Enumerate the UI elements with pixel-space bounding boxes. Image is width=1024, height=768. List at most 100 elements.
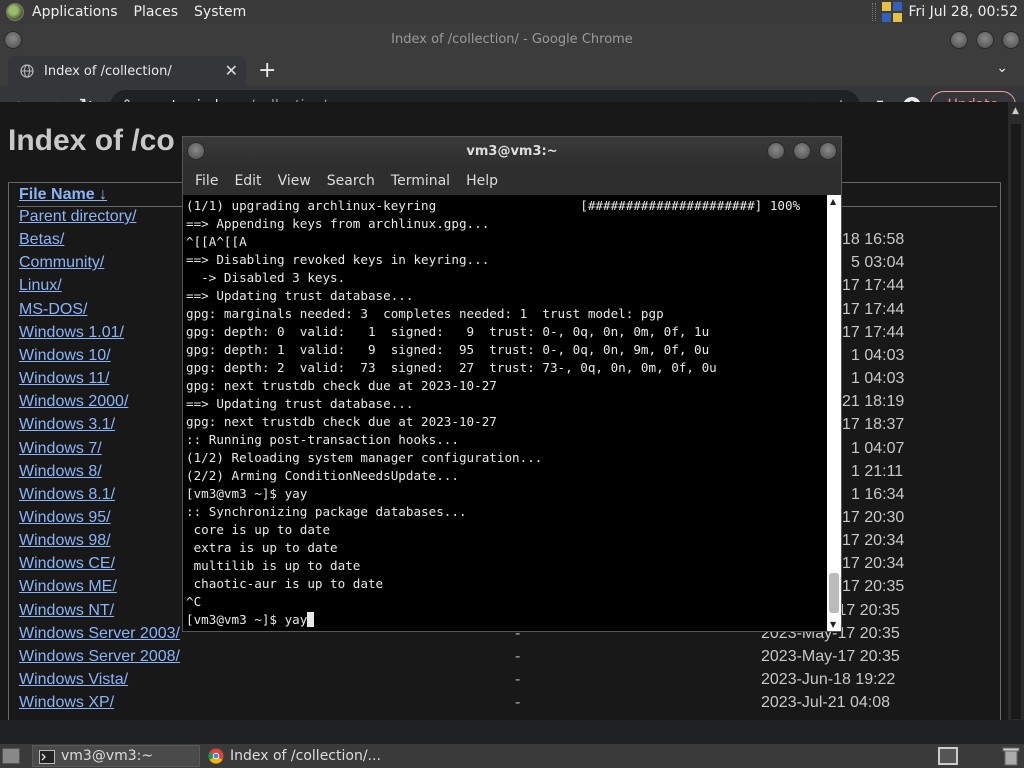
directory-link[interactable]: Windows 3.1/: [19, 416, 115, 434]
menu-search[interactable]: Search: [319, 173, 383, 189]
places-menu[interactable]: Places: [126, 0, 187, 24]
terminal-prompt-line[interactable]: [vm3@vm3 ~]$ yay: [186, 611, 826, 629]
terminal-line: ==> Updating trust database...: [186, 288, 414, 303]
terminal-maximize-button[interactable]: [793, 142, 811, 160]
directory-link[interactable]: Windows 8/: [19, 463, 102, 481]
terminal-line: [vm3@vm3 ~]$ yay: [186, 486, 308, 501]
directory-link[interactable]: Windows 98/: [19, 532, 111, 550]
terminal-line: gpg: depth: 2 valid: 73 signed: 27 trust…: [186, 360, 717, 375]
tab-title: Index of /collection/: [44, 63, 172, 79]
directory-link[interactable]: Windows XP/: [19, 694, 114, 712]
file-size: -: [515, 671, 521, 688]
close-window-button[interactable]: [1002, 31, 1020, 49]
terminal-line: ==> Updating trust database...: [186, 396, 414, 411]
terminal-prompt: [vm3@vm3 ~]$ yay: [186, 612, 308, 627]
modified-date: 17 18:37: [842, 416, 905, 434]
terminal-line: :: Running post-transaction hooks...: [186, 432, 459, 447]
terminal-output[interactable]: (1/1) upgrading archlinux-keyring [#####…: [186, 197, 826, 629]
taskbar-item-chrome[interactable]: Index of /collection/...: [202, 745, 402, 767]
table-row: Windows Vista/ - 2023-Jun-18 19:22: [19, 671, 989, 694]
scrollbar-thumb[interactable]: [1011, 124, 1021, 719]
menu-help[interactable]: Help: [458, 173, 506, 189]
minimize-button[interactable]: [950, 31, 968, 49]
directory-link[interactable]: Windows ME/: [19, 578, 117, 596]
keyboard-layout-icon[interactable]: [882, 2, 902, 22]
terminal-line: ==> Disabling revoked keys in keyring...: [186, 252, 490, 267]
terminal-scroll-down-icon[interactable]: ▼: [830, 620, 836, 629]
directory-link[interactable]: MS-DOS/: [19, 301, 87, 319]
modified-date: 1 04:03: [851, 370, 905, 388]
chevron-down-icon[interactable]: ⌄: [996, 60, 1008, 76]
modified-date: 1 16:34: [851, 485, 905, 503]
applications-logo-icon[interactable]: [6, 3, 24, 21]
terminal-line: chaotic-aur is up to date: [186, 576, 384, 591]
terminal-scroll-up-icon[interactable]: ▲: [830, 197, 836, 206]
trash-icon[interactable]: [1002, 746, 1020, 766]
directory-link[interactable]: Linux/: [19, 277, 62, 295]
terminal-line: core is up to date: [186, 522, 331, 537]
directory-link[interactable]: Parent directory/: [19, 208, 136, 226]
terminal-window: vm3@vm3:~ File Edit View Search Terminal…: [182, 136, 842, 632]
terminal-window-menu-button[interactable]: [187, 142, 205, 160]
file-size: -: [515, 694, 521, 712]
modified-date: 1 04:03: [851, 346, 905, 364]
directory-link[interactable]: Windows Server 2003/: [19, 625, 180, 643]
terminal-titlebar[interactable]: vm3@vm3:~: [183, 137, 841, 167]
applications-menu[interactable]: Applications: [24, 0, 126, 24]
menu-terminal[interactable]: Terminal: [383, 173, 458, 189]
workspace-switcher[interactable]: [938, 747, 958, 765]
globe-icon: [20, 64, 34, 78]
table-row: Windows XP/ - 2023-Jul-21 04:08: [19, 694, 989, 717]
chrome-logo-icon: [208, 748, 224, 764]
terminal-line: :: Synchronizing package databases...: [186, 504, 467, 519]
terminal-body[interactable]: (1/1) upgrading archlinux-keyring [#####…: [183, 195, 841, 631]
maximize-button[interactable]: [976, 31, 994, 49]
terminal-close-button[interactable]: [819, 142, 837, 160]
directory-link[interactable]: Windows Server 2008/: [19, 648, 180, 666]
directory-link[interactable]: Windows 2000/: [19, 393, 128, 411]
menu-file[interactable]: File: [187, 173, 226, 189]
menu-edit[interactable]: Edit: [226, 173, 269, 189]
directory-link[interactable]: Windows Vista/: [19, 671, 128, 689]
directory-link[interactable]: Windows NT/: [19, 602, 114, 620]
modified-date: 17 17:44: [842, 277, 905, 295]
terminal-minimize-button[interactable]: [767, 142, 785, 160]
menu-view[interactable]: View: [270, 173, 319, 189]
terminal-title: vm3@vm3:~: [466, 144, 558, 159]
taskbar-item-terminal[interactable]: vm3@vm3:~: [32, 745, 200, 767]
page-scrollbar[interactable]: ▲: [1008, 102, 1024, 720]
show-desktop-icon[interactable]: [2, 748, 20, 764]
terminal-scrollbar-thumb[interactable]: [829, 573, 839, 613]
scroll-up-arrow-icon[interactable]: ▲: [1012, 106, 1019, 116]
modified-date: 2023-May-17 20:35: [761, 647, 900, 665]
terminal-line: multilib is up to date: [186, 558, 361, 573]
directory-link[interactable]: Windows 8.1/: [19, 486, 115, 504]
directory-link[interactable]: Windows 10/: [19, 347, 111, 365]
column-header-file-name[interactable]: File Name ↓: [19, 186, 107, 204]
window-menu-button[interactable]: [4, 31, 22, 49]
directory-link[interactable]: Community/: [19, 254, 104, 272]
close-tab-icon[interactable]: ✕: [225, 61, 238, 80]
terminal-line: gpg: depth: 1 valid: 9 signed: 95 trust:…: [186, 342, 710, 357]
terminal-line: gpg: marginals needed: 3 completes neede…: [186, 306, 664, 321]
directory-link[interactable]: Windows CE/: [19, 555, 115, 573]
directory-link[interactable]: Betas/: [19, 231, 64, 249]
directory-link[interactable]: Windows 95/: [19, 509, 111, 527]
terminal-scrollbar[interactable]: ▲ ▼: [827, 195, 841, 631]
directory-link[interactable]: Windows 7/: [19, 440, 102, 458]
page-title: Index of /co: [8, 124, 175, 157]
tab-index-of-collection[interactable]: Index of /collection/ ✕: [8, 56, 246, 86]
terminal-line: ^[[A^[[A: [186, 234, 247, 249]
terminal-line: gpg: next trustdb check due at 2023-10-2…: [186, 378, 497, 393]
table-row: Windows Server 2008/ - 2023-May-17 20:35: [19, 648, 989, 671]
clock[interactable]: Fri Jul 28, 00:52: [908, 4, 1018, 20]
top-panel: Applications Places System Fri Jul 28, 0…: [0, 0, 1024, 24]
system-menu[interactable]: System: [186, 0, 254, 24]
modified-date: 5 03:04: [851, 254, 905, 272]
new-tab-button[interactable]: +: [258, 58, 276, 83]
modified-date: 17 17:44: [842, 300, 905, 318]
terminal-line: -> Disabled 3 keys.: [186, 270, 346, 285]
chrome-titlebar[interactable]: Index of /collection/ - Google Chrome: [0, 24, 1024, 56]
directory-link[interactable]: Windows 11/: [19, 370, 109, 388]
directory-link[interactable]: Windows 1.01/: [19, 324, 124, 342]
